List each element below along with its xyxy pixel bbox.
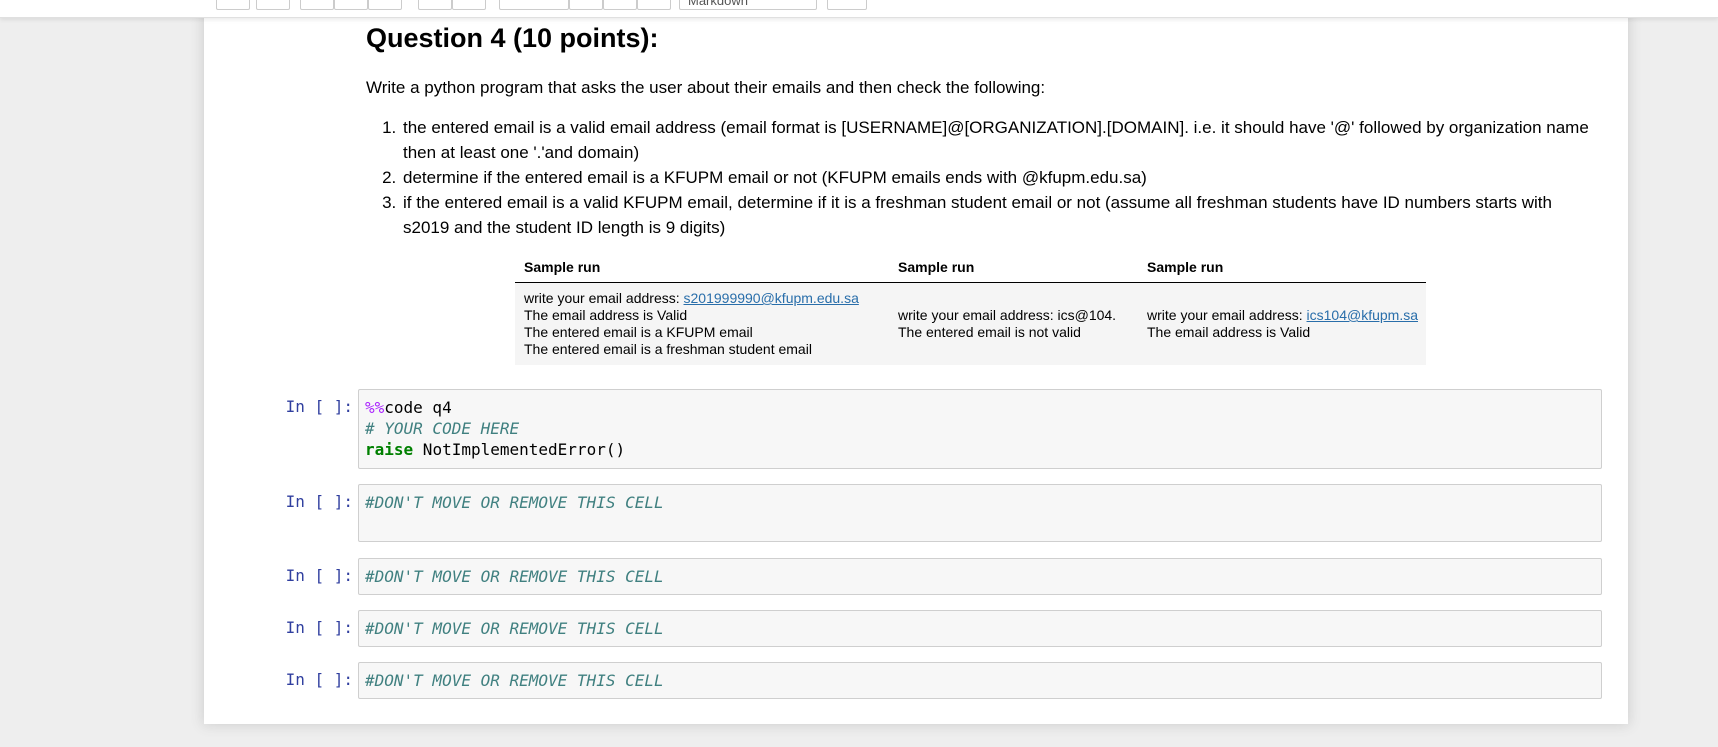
keyword-token: raise — [365, 440, 414, 459]
requirement-item: if the entered email is a valid KFUPM em… — [401, 190, 1596, 240]
notebook-container: Question 4 (10 points): Write a python p… — [204, 0, 1628, 724]
cell-type-select[interactable]: Markdown — [679, 0, 817, 10]
code-text: NotImplementedError() — [413, 440, 626, 459]
question-title: Question 4 (10 points): — [366, 23, 659, 53]
move-down-button[interactable] — [452, 0, 486, 10]
sample-text: The entered email is a freshman student … — [524, 341, 812, 357]
cell-prompt: In [ ]: — [285, 566, 353, 585]
sample-text: write your email address: ics@104. — [898, 307, 1117, 323]
cell-prompt: In [ ]: — [285, 618, 353, 637]
notebook-toolbar: Markdown — [0, 0, 1718, 18]
sample-run-1: write your email address: s201999990@kfu… — [515, 282, 889, 365]
code-comment: #DON'T MOVE OR REMOVE THIS CELL — [365, 671, 664, 690]
magic-token: %% — [365, 398, 385, 417]
sample-run-table: Sample run Sample run Sample run write y… — [515, 255, 1426, 365]
code-comment: #DON'T MOVE OR REMOVE THIS CELL — [365, 567, 664, 586]
requirement-item: the entered email is a valid email addre… — [401, 115, 1596, 165]
question-intro: Write a python program that asks the use… — [366, 78, 1046, 97]
sample-run-3: write your email address: ics104@kfupm.s… — [1138, 282, 1426, 365]
markdown-cell[interactable]: Question 4 (10 points): Write a python p… — [366, 18, 1596, 240]
code-editor[interactable]: #DON'T MOVE OR REMOVE THIS CELL — [358, 558, 1602, 595]
cut-cell-button[interactable] — [300, 0, 334, 10]
requirement-item: determine if the entered email is a KFUP… — [401, 165, 1596, 190]
sample-text: The email address is Valid — [524, 307, 688, 323]
code-comment: #DON'T MOVE OR REMOVE THIS CELL — [365, 493, 664, 512]
cell-prompt: In [ ]: — [285, 492, 353, 511]
code-editor[interactable]: #DON'T MOVE OR REMOVE THIS CELL — [358, 662, 1602, 699]
restart-button[interactable] — [603, 0, 637, 10]
sample-text: write your email address: — [1147, 307, 1307, 323]
restart-run-all-button[interactable] — [637, 0, 671, 10]
table-header: Sample run — [1138, 255, 1426, 283]
table-row: write your email address: s201999990@kfu… — [515, 282, 1426, 365]
code-comment: # YOUR CODE HERE — [365, 419, 520, 438]
code-comment: #DON'T MOVE OR REMOVE THIS CELL — [365, 619, 664, 638]
table-header: Sample run — [889, 255, 1138, 283]
code-editor[interactable]: %%code q4 # YOUR CODE HERE raise NotImplem… — [358, 389, 1602, 469]
sample-text: The entered email is a KFUPM email — [524, 324, 753, 340]
sample-text: The email address is Valid — [1147, 324, 1311, 340]
run-button[interactable] — [499, 0, 569, 10]
code-editor[interactable]: #DON'T MOVE OR REMOVE THIS CELL — [358, 610, 1602, 647]
cell-prompt: In [ ]: — [285, 397, 353, 416]
requirements-list: the entered email is a valid email addre… — [366, 115, 1596, 240]
sample-run-2: write your email address: ics@104. The e… — [889, 282, 1138, 365]
code-editor[interactable]: #DON'T MOVE OR REMOVE THIS CELL — [358, 484, 1602, 542]
magic-args: code q4 — [384, 398, 452, 417]
save-button[interactable] — [216, 0, 250, 10]
email-link[interactable]: ics104@kfupm.sa — [1307, 307, 1418, 323]
command-palette-button[interactable] — [827, 0, 867, 10]
sample-text: write your email address: — [524, 290, 684, 306]
sample-text: The entered email is not valid — [898, 324, 1081, 340]
email-link[interactable]: s201999990@kfupm.edu.sa — [684, 290, 859, 306]
table-header: Sample run — [515, 255, 889, 283]
copy-cell-button[interactable] — [334, 0, 368, 10]
move-up-button[interactable] — [418, 0, 452, 10]
insert-cell-button[interactable] — [256, 0, 290, 10]
interrupt-button[interactable] — [569, 0, 603, 10]
cell-prompt: In [ ]: — [285, 670, 353, 689]
paste-cell-button[interactable] — [368, 0, 402, 10]
